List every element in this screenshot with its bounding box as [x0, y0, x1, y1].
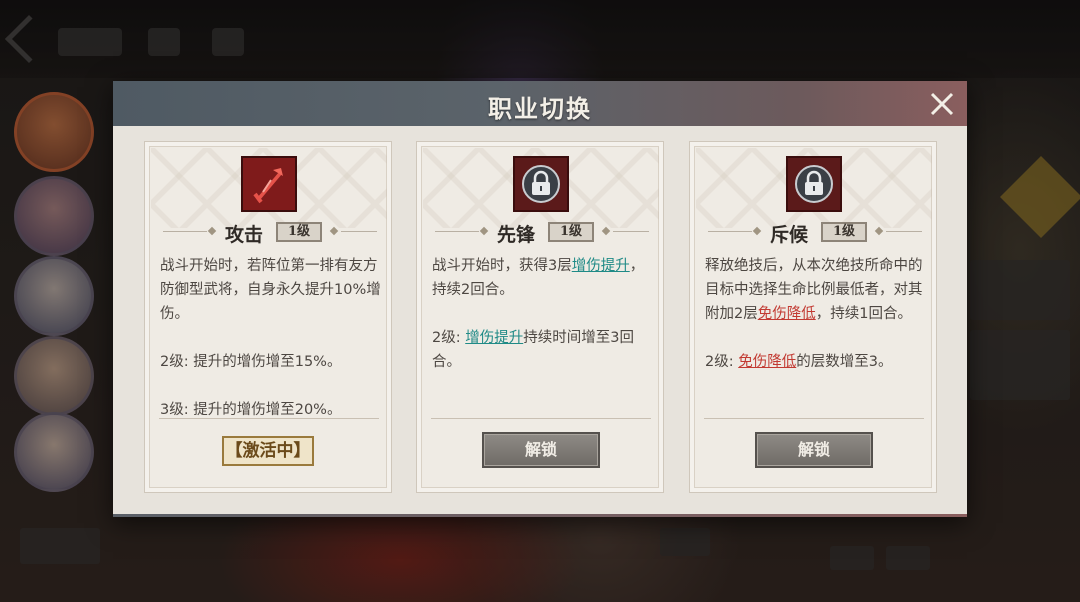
- divider-line: [163, 231, 207, 232]
- class-switch-dialog: 职业切换 攻击 1级 战斗开始时，若阵位第一排有友方防御型武将，自身永久提升10…: [113, 81, 967, 517]
- divider-line: [341, 231, 377, 232]
- class-icon: [513, 156, 569, 212]
- class-name: 斥候: [770, 224, 809, 246]
- class-card-attack[interactable]: 攻击 1级 战斗开始时，若阵位第一排有友方防御型武将，自身永久提升10%增伤。 …: [144, 141, 392, 493]
- card-name-row: 先锋 1级: [417, 220, 665, 246]
- lock-icon: [795, 165, 833, 203]
- dialog-header: 职业切换: [113, 81, 967, 126]
- sword-slash-icon: [253, 168, 283, 204]
- class-description: 释放绝技后，从本次绝技所命中的目标中选择生命比例最低者，对其附加2层免伤降低，持…: [705, 254, 927, 374]
- class-card-scout[interactable]: 斥候 1级 释放绝技后，从本次绝技所命中的目标中选择生命比例最低者，对其附加2层…: [689, 141, 937, 493]
- desc-text: 的层数增至3。: [796, 354, 893, 370]
- buff-link-damage-boost[interactable]: 增伤提升: [572, 258, 630, 274]
- close-icon: [930, 92, 954, 116]
- unlock-button[interactable]: 解锁: [755, 432, 873, 468]
- desc-line: 释放绝技后，从本次绝技所命中的目标中选择生命比例最低者，对其附加2层免伤降低，持…: [705, 254, 927, 326]
- card-divider: [704, 418, 924, 419]
- divider-line: [708, 231, 752, 232]
- desc-line: 战斗开始时，获得3层增伤提升，持续2回合。: [432, 254, 654, 302]
- class-card-vanguard[interactable]: 先锋 1级 战斗开始时，获得3层增伤提升，持续2回合。 2级: 增伤提升持续时间…: [416, 141, 664, 493]
- diamond-icon: [874, 226, 884, 236]
- icon-frame: [241, 156, 297, 212]
- diamond-icon: [329, 226, 339, 236]
- card-divider: [159, 418, 379, 419]
- close-button[interactable]: [927, 89, 957, 119]
- active-status-badge: 【激活中】: [222, 436, 314, 466]
- buff-link-damage-boost[interactable]: 增伤提升: [465, 330, 523, 346]
- lock-icon: [522, 165, 560, 203]
- level-badge: 1级: [276, 222, 322, 242]
- desc-line: 战斗开始时，若阵位第一排有友方防御型武将，自身永久提升10%增伤。: [160, 258, 381, 322]
- debuff-link-reduced-defense[interactable]: 免伤降低: [758, 306, 816, 322]
- level-badge: 1级: [821, 222, 867, 242]
- dialog-title: 职业切换: [488, 94, 592, 123]
- class-icon: [241, 156, 297, 212]
- class-name: 攻击: [225, 224, 264, 246]
- card-divider: [431, 418, 651, 419]
- desc-text: 战斗开始时，获得3层: [432, 258, 572, 274]
- diamond-icon: [601, 226, 611, 236]
- divider-line: [435, 231, 479, 232]
- class-name: 先锋: [497, 224, 536, 246]
- card-name-row: 攻击 1级: [145, 220, 393, 246]
- unlock-button[interactable]: 解锁: [482, 432, 600, 468]
- dialog-bottom-border: [113, 514, 967, 517]
- desc-line: 2级: 免伤降低的层数增至3。: [705, 350, 927, 374]
- desc-line: 2级: 提升的增伤增至15%。: [160, 354, 342, 370]
- divider-line: [613, 231, 649, 232]
- class-icon: [786, 156, 842, 212]
- debuff-link-reduced-defense[interactable]: 免伤降低: [738, 354, 796, 370]
- class-description: 战斗开始时，获得3层增伤提升，持续2回合。 2级: 增伤提升持续时间增至3回合。: [432, 254, 654, 374]
- diamond-icon: [752, 226, 762, 236]
- icon-frame: [513, 156, 569, 212]
- desc-text: ，持续1回合。: [815, 306, 912, 322]
- desc-text: 2级:: [432, 330, 466, 346]
- divider-line: [886, 231, 922, 232]
- icon-frame: [786, 156, 842, 212]
- card-name-row: 斥候 1级: [690, 220, 938, 246]
- level-badge: 1级: [548, 222, 594, 242]
- diamond-icon: [479, 226, 489, 236]
- diamond-icon: [207, 226, 217, 236]
- desc-line: 2级: 增伤提升持续时间增至3回合。: [432, 326, 654, 374]
- class-description: 战斗开始时，若阵位第一排有友方防御型武将，自身永久提升10%增伤。 2级: 提升…: [160, 254, 382, 422]
- desc-text: 2级:: [705, 354, 739, 370]
